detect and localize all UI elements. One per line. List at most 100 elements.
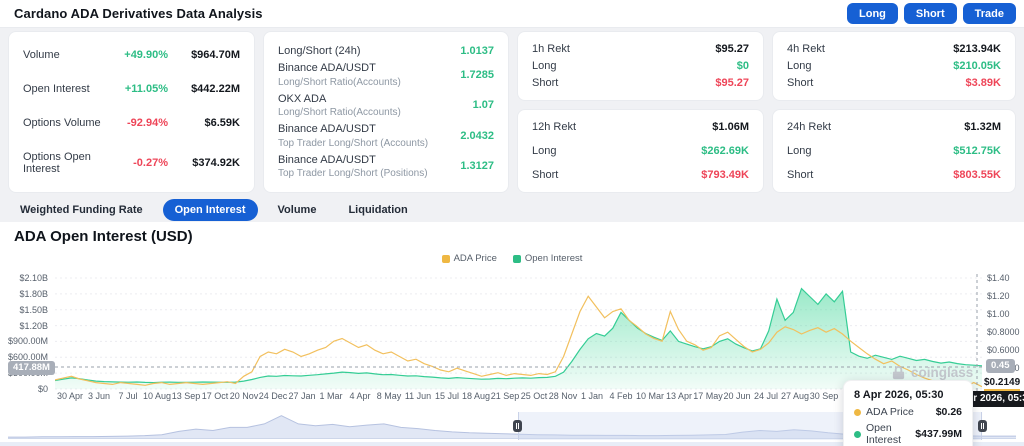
- x-tick: 13 Apr: [666, 391, 692, 401]
- x-tick: 28 Nov: [549, 391, 578, 401]
- ratio-sublabel: Long/Short Ratio(Accounts): [278, 106, 401, 119]
- chart-section: ADA Open Interest (USD) ADA Price Open I…: [0, 222, 1024, 446]
- x-tick: 20 Nov: [230, 391, 259, 401]
- rekt-card-12h: 12h Rekt $1.06M Long$262.69K Short $793.49K: [517, 109, 764, 193]
- ratio-label: Binance ADA/USDTTop Trader Long/Short (A…: [278, 122, 428, 149]
- x-tick: 21 Sep: [491, 391, 520, 401]
- x-tick: 15 Jul: [435, 391, 459, 401]
- top-bar: Cardano ADA Derivatives Data Analysis Lo…: [0, 0, 1024, 28]
- chart-title: ADA Open Interest (USD): [14, 228, 193, 245]
- tooltip-row-oi: Open Interest $437.99M: [854, 422, 962, 446]
- coinglass-logo-icon: [891, 365, 906, 380]
- open-interest-swatch-icon: [513, 255, 521, 263]
- ratio-label: Long/Short (24h): [278, 44, 361, 58]
- x-tick: 30 Sep: [810, 391, 839, 401]
- rekt-title: 12h Rekt: [532, 121, 576, 133]
- rekt-short-row: Short $793.49K: [532, 169, 749, 181]
- stat-label: Options Open Interest: [23, 151, 110, 175]
- rekt-total-row: 4h Rekt$213.94K: [787, 43, 1001, 55]
- header-buttons: Long Short Trade: [847, 3, 1016, 24]
- volume-stats-card: Volume+49.90%$964.70MOpen Interest+11.05…: [8, 31, 255, 193]
- tab-volume[interactable]: Volume: [266, 199, 329, 221]
- stat-value: $6.59K: [168, 117, 240, 129]
- x-tick: 3 Jun: [88, 391, 110, 401]
- rekt-total-value: $95.27: [715, 43, 749, 55]
- ratio-row: Long/Short (24h)1.0137: [278, 44, 494, 58]
- tab-weighted-funding-rate[interactable]: Weighted Funding Rate: [8, 199, 155, 221]
- stat-row: Options Open Interest-0.27%$374.92K: [23, 151, 240, 175]
- y-tick-right: $1.40: [987, 273, 1010, 283]
- coinglass-watermark: coinglass: [891, 365, 973, 380]
- legend-item-open-interest[interactable]: Open Interest: [513, 253, 583, 264]
- main-chart[interactable]: [55, 274, 982, 392]
- y-tick-right: $1.20: [987, 291, 1010, 301]
- x-tick: 30 Apr: [57, 391, 83, 401]
- y-tick-left: $2.10B: [0, 273, 48, 283]
- rekt-card-24h: 24h Rekt$1.32MLong$512.75KShort$803.55K: [772, 109, 1016, 193]
- rekt-short-label: Short: [532, 169, 558, 181]
- navigator-right-handle[interactable]: [978, 420, 987, 432]
- short-button[interactable]: Short: [904, 3, 957, 24]
- stat-label: Open Interest: [23, 83, 90, 95]
- x-tick: 18 Aug: [462, 391, 490, 401]
- chart-legend: ADA Price Open Interest: [0, 253, 1024, 264]
- rekt-total-row: 1h Rekt$95.27: [532, 43, 749, 55]
- rekt-total-value: $1.06M: [712, 121, 749, 133]
- trade-button[interactable]: Trade: [963, 3, 1016, 24]
- ratio-row: Binance ADA/USDTLong/Short Ratio(Account…: [278, 61, 494, 88]
- tab-liquidation[interactable]: Liquidation: [336, 199, 419, 221]
- stat-label: Volume: [23, 49, 60, 61]
- rekt-short-value: $803.55K: [953, 169, 1001, 181]
- x-tick: 7 Jul: [118, 391, 137, 401]
- page-title: Cardano ADA Derivatives Data Analysis: [14, 6, 263, 21]
- rekt-short-label: Short: [532, 77, 558, 89]
- y-tick-right: $0.6000: [987, 345, 1020, 355]
- rekt-long-row: Long$210.05K: [787, 60, 1001, 72]
- long-button[interactable]: Long: [847, 3, 898, 24]
- rekt-short-label: Short: [787, 77, 813, 89]
- ratio-value: 2.0432: [452, 130, 494, 142]
- x-tick: 27 Jan: [288, 391, 315, 401]
- legend-label: Open Interest: [525, 253, 583, 264]
- rekt-total-value: $1.32M: [964, 121, 1001, 133]
- navigator-left-handle[interactable]: [513, 420, 522, 432]
- ratio-sublabel: Top Trader Long/Short (Positions): [278, 167, 428, 180]
- crosshair-oi-value-badge: 417.88M: [8, 361, 55, 375]
- long-short-ratio-card: Long/Short (24h)1.0137 Binance ADA/USDTLo…: [263, 31, 509, 193]
- y-tick-right: $1.00: [987, 309, 1010, 319]
- ratio-value: 1.07: [465, 99, 494, 111]
- tooltip-price-value: $0.26: [936, 406, 962, 418]
- rekt-long-row: Long$0: [532, 60, 749, 72]
- tooltip-row-price: ADA Price $0.26: [854, 406, 962, 418]
- y-tick-right: $0.8000: [987, 327, 1020, 337]
- rekt-title: 24h Rekt: [787, 121, 831, 133]
- tab-open-interest[interactable]: Open Interest: [163, 199, 258, 221]
- x-tick: 1 Mar: [319, 391, 342, 401]
- rekt-short-row: Short$95.27: [532, 77, 749, 89]
- x-tick: 27 Aug: [781, 391, 809, 401]
- ada-price-swatch-icon: [442, 255, 450, 263]
- x-tick: 20 Jun: [723, 391, 750, 401]
- stat-percent: -92.94%: [110, 117, 168, 129]
- y-tick-left: $900.00M: [0, 336, 48, 346]
- legend-item-ada-price[interactable]: ADA Price: [442, 253, 497, 264]
- rekt-short-value: $793.49K: [701, 169, 749, 181]
- y-tick-left: $1.20B: [0, 321, 48, 331]
- rekt-long-value: $512.75K: [953, 145, 1001, 157]
- rekt-long-value: $262.69K: [701, 145, 749, 157]
- x-tick: 24 Jul: [754, 391, 778, 401]
- x-tick: 8 May: [377, 391, 402, 401]
- rekt-title: 4h Rekt: [787, 43, 825, 55]
- stat-percent: +49.90%: [110, 49, 168, 61]
- rekt-long-row: Long$262.69K: [532, 145, 749, 157]
- rekt-short-value: $3.89K: [966, 77, 1001, 89]
- x-tick: 10 Mar: [636, 391, 664, 401]
- summary-cards: Volume+49.90%$964.70MOpen Interest+11.05…: [8, 31, 1016, 193]
- tooltip-date: 8 Apr 2026, 05:30: [854, 389, 962, 401]
- y-tick-left: $1.80B: [0, 289, 48, 299]
- rekt-long-value: $210.05K: [953, 60, 1001, 72]
- chart-tooltip: 8 Apr 2026, 05:30 ADA Price $0.26 Open I…: [843, 380, 973, 446]
- tooltip-oi-value: $437.99M: [915, 428, 962, 440]
- x-tick: 17 Oct: [202, 391, 229, 401]
- stat-label: Options Volume: [23, 117, 101, 129]
